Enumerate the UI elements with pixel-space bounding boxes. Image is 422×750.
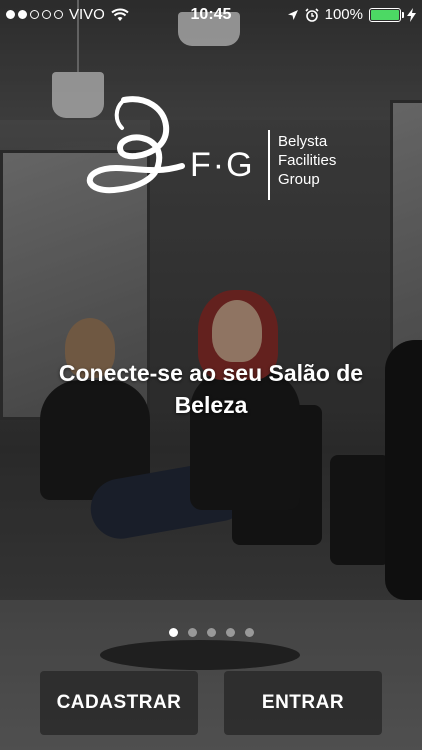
brand-logo: F·G Belysta Facilities Group — [86, 96, 346, 206]
logo-divider — [268, 130, 270, 200]
battery-percent: 100% — [324, 6, 363, 23]
logo-brand-name: Belysta Facilities Group — [278, 132, 336, 189]
location-arrow-icon — [287, 9, 298, 20]
butterfly-monogram-icon — [86, 96, 185, 194]
onboarding-headline: Conecte-se ao seu Salão de Beleza — [58, 360, 364, 418]
charging-bolt-icon — [407, 7, 416, 22]
page-indicator[interactable] — [0, 628, 422, 637]
status-bar: VIVO 10:45 100% — [0, 0, 422, 30]
logo-line-2: Facilities — [278, 152, 337, 169]
login-button[interactable]: ENTRAR — [224, 671, 382, 735]
logo-line-3: Group — [278, 171, 320, 188]
page-dot-1[interactable] — [168, 628, 178, 637]
page-dot-3[interactable] — [206, 628, 216, 637]
page-dot-4[interactable] — [225, 628, 235, 637]
alarm-clock-icon — [305, 7, 319, 22]
page-dot-5[interactable] — [244, 628, 254, 637]
page-dot-2[interactable] — [187, 628, 197, 637]
signup-button[interactable]: CADASTRAR — [40, 671, 198, 735]
logo-line-1: Belysta — [278, 133, 328, 150]
logo-monogram: F·G — [190, 146, 255, 184]
battery-icon — [369, 7, 404, 22]
